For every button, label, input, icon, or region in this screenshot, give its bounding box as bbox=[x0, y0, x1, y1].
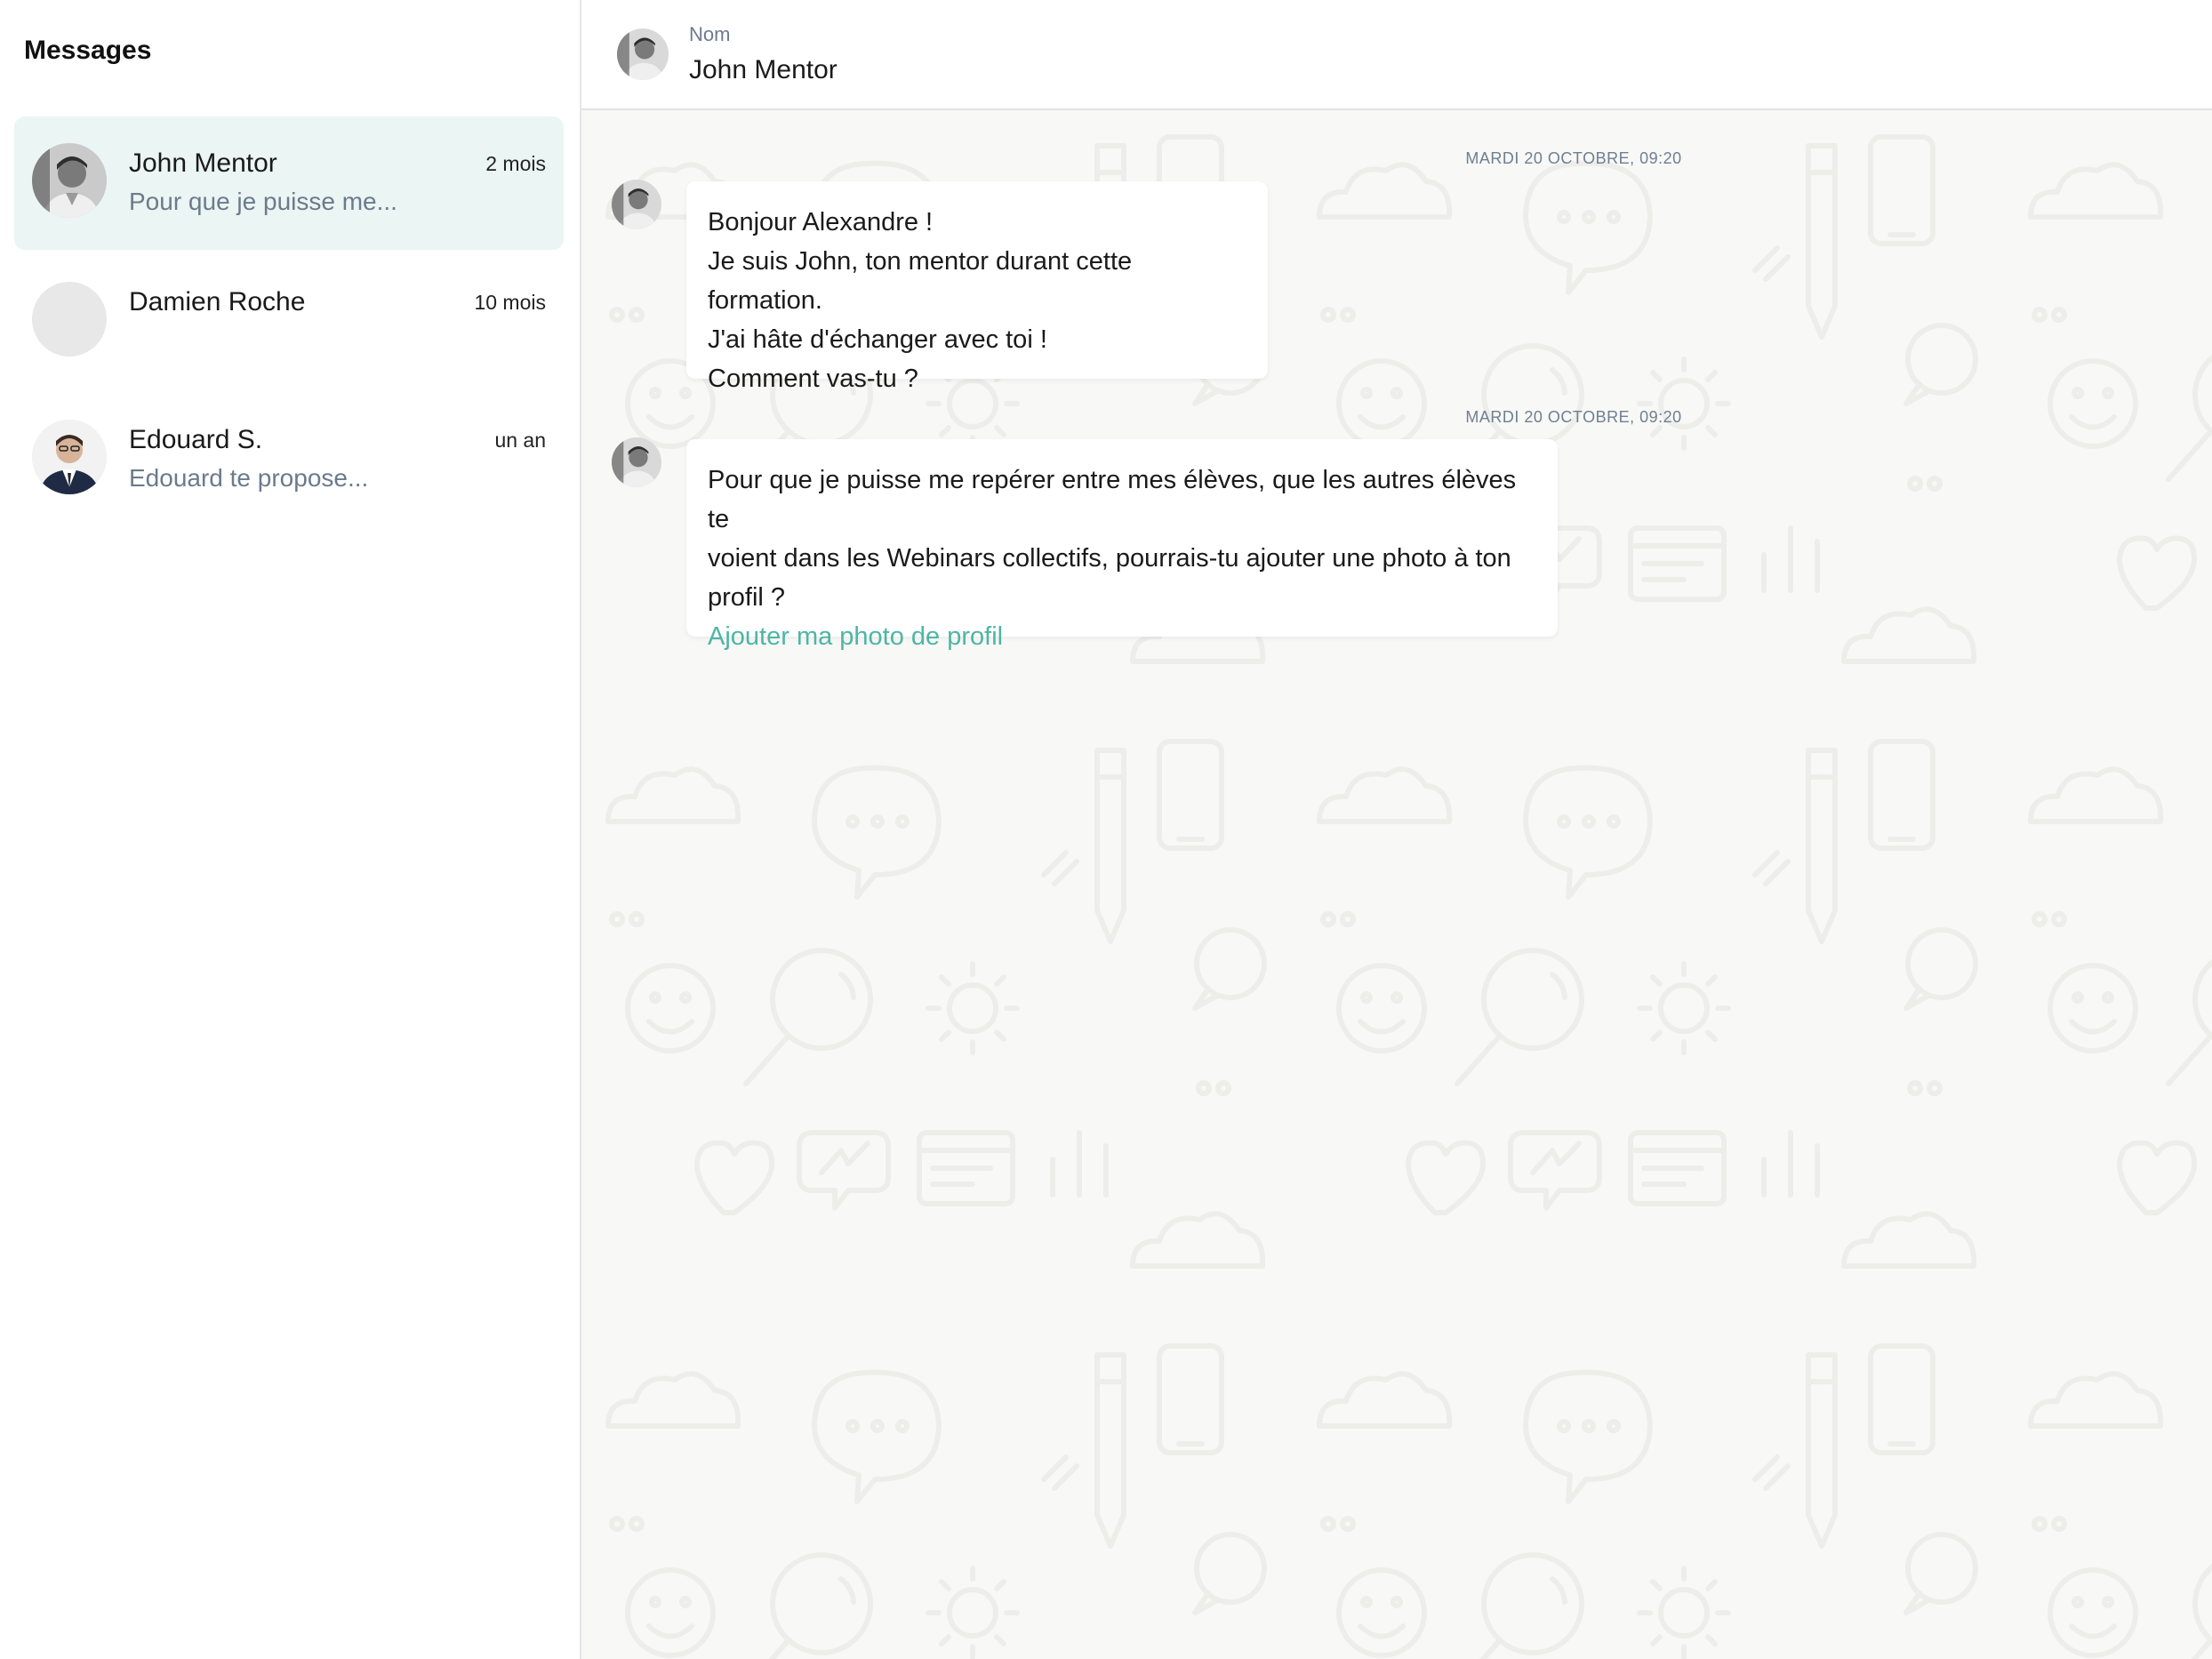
conversation-preview: Pour que je puisse me... bbox=[129, 188, 397, 215]
conversation-time: 2 mois bbox=[485, 152, 546, 175]
conversation-preview: Edouard te propose... bbox=[129, 464, 369, 492]
add-profile-photo-link[interactable]: Ajouter ma photo de profil bbox=[708, 617, 1536, 656]
avatar bbox=[32, 420, 107, 494]
message-line: Bonjour Alexandre ! bbox=[708, 208, 934, 236]
chat-panel: Nom John Mentor MARDI 20 OCTOBRE, 09:20 … bbox=[581, 0, 2212, 1659]
message-line: Comment vas-tu ? bbox=[708, 365, 918, 393]
avatar bbox=[32, 143, 107, 218]
message-line: profil ? bbox=[708, 583, 786, 612]
message-line: Je suis John, ton mentor durant cette fo… bbox=[708, 247, 1133, 315]
message-bubble: Pour que je puisse me repérer entre mes … bbox=[686, 439, 1558, 651]
conversation-item-edouard-s[interactable]: Edouard S. un an Edouard te propose... bbox=[14, 393, 564, 526]
message-timestamp: MARDI 20 OCTOBRE, 09:20 bbox=[1465, 149, 1682, 167]
conversation-time: 10 mois bbox=[474, 291, 546, 314]
messaging-app: Messages John Mentor 2 mois Pour que je … bbox=[0, 0, 2212, 1659]
message-line: J'ai hâte d'échanger avec toi ! bbox=[708, 325, 1047, 354]
message-line: Pour que je puisse me repérer entre mes … bbox=[708, 466, 1517, 533]
contact-name: John Mentor bbox=[689, 55, 838, 84]
conversation-name: John Mentor bbox=[129, 148, 277, 178]
contact-name-label: Nom bbox=[689, 23, 731, 45]
contact-avatar[interactable] bbox=[617, 28, 669, 80]
conversation-name: Damien Roche bbox=[129, 287, 306, 317]
avatar-placeholder bbox=[32, 282, 107, 357]
message-sender-avatar bbox=[612, 180, 661, 229]
chat-header: Nom John Mentor bbox=[581, 0, 2212, 110]
message-timestamp: MARDI 20 OCTOBRE, 09:20 bbox=[1465, 408, 1682, 426]
conversation-item-john-mentor[interactable]: John Mentor 2 mois Pour que je puisse me… bbox=[14, 116, 564, 250]
message-line: voient dans les Webinars collectifs, pou… bbox=[708, 544, 1511, 573]
message-bubble: Bonjour Alexandre ! Je suis John, ton me… bbox=[686, 181, 1268, 393]
conversation-name: Edouard S. bbox=[129, 425, 263, 454]
sidebar-title: Messages bbox=[24, 36, 152, 65]
message-sender-avatar bbox=[612, 437, 661, 487]
conversation-sidebar: Messages John Mentor 2 mois Pour que je … bbox=[0, 0, 581, 1659]
conversation-item-damien-roche[interactable]: Damien Roche 10 mois bbox=[14, 255, 564, 389]
conversation-time: un an bbox=[494, 429, 546, 452]
